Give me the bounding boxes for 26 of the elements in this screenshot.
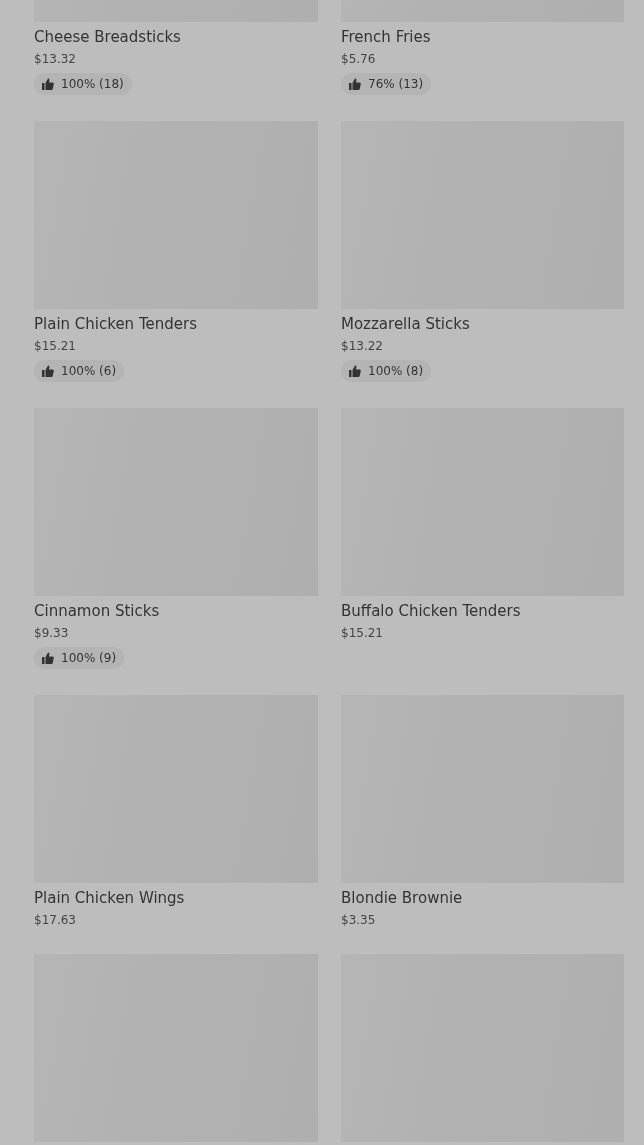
- dish-name: Buffalo Chicken Tenders: [341, 601, 521, 621]
- rating-badge: 100% (18): [34, 73, 132, 95]
- dish-price: $17.63: [34, 912, 76, 928]
- thumbs-up-icon: [349, 78, 361, 90]
- thumbs-up-icon: [42, 78, 54, 90]
- dish-name: Mozzarella Sticks: [341, 314, 470, 334]
- rating-badge: 76% (13): [341, 73, 432, 95]
- dish-price: $5.76: [341, 51, 376, 67]
- thumbs-up-icon: [42, 365, 54, 377]
- dish-price: $15.21: [341, 625, 383, 641]
- dish-name: Plain Chicken Wings: [34, 888, 185, 908]
- dish-name: Cheese Breadsticks: [34, 27, 181, 47]
- dish-name: Blondie Brownie: [341, 888, 463, 908]
- dish-price: $15.21: [34, 338, 76, 354]
- thumbs-up-icon: [349, 365, 361, 377]
- dish-price: $13.32: [34, 51, 76, 67]
- dish-name: French Fries: [341, 27, 431, 47]
- rating-badge: 100% (9): [34, 647, 125, 669]
- dish-price: $9.33: [34, 625, 69, 641]
- rating-badge: 100% (6): [34, 360, 125, 382]
- dish-price: $3.35: [341, 912, 376, 928]
- dish-name: Cinnamon Sticks: [34, 601, 160, 621]
- dish-name: Plain Chicken Tenders: [34, 314, 197, 334]
- dish-price: $13.22: [341, 338, 383, 354]
- thumbs-up-icon: [42, 652, 54, 664]
- rating-badge: 100% (8): [341, 360, 432, 382]
